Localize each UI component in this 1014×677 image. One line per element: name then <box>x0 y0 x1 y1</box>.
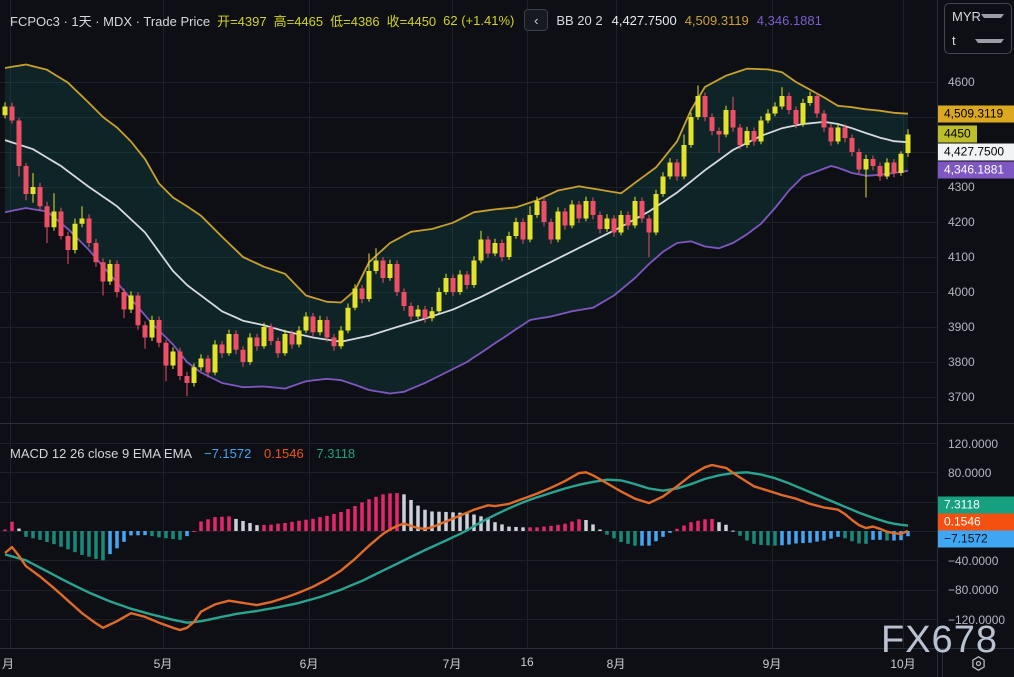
gear-icon <box>970 655 987 672</box>
macd-tick: −40.0000 <box>948 554 998 568</box>
macd-line-value: 0.1546 <box>264 446 304 461</box>
macd-signal-value: 7.3118 <box>316 446 355 461</box>
bb-basis-value: 4,427.7500 <box>612 13 677 28</box>
time-axis-label: 5月 <box>154 655 173 672</box>
bb-lower-badge: 4,346.1881 <box>938 162 1014 179</box>
bb-lower-value: 4,346.1881 <box>757 13 822 28</box>
macd-indicator-label[interactable]: MACD 12 26 close 9 EMA EMA <box>10 446 191 461</box>
collapse-indicators-button[interactable]: ‹ <box>524 9 548 31</box>
price-tick: 4200 <box>948 215 975 229</box>
macd-tick: 80.0000 <box>948 466 991 480</box>
time-axis-settings-button[interactable] <box>942 649 1014 677</box>
ohlc-close: 收=4450 <box>387 11 437 30</box>
time-axis-label: 10月 <box>890 655 915 672</box>
chevron-down-icon <box>975 39 1004 43</box>
ohlc-open: 开=4397 <box>217 11 267 30</box>
macd-hist-badge: −7.1572 <box>938 531 1014 548</box>
time-axis-label: 8月 <box>607 655 626 672</box>
macd-header: MACD 12 26 close 9 EMA EMA −7.1572 0.154… <box>10 446 355 461</box>
time-axis-label: 9月 <box>763 655 782 672</box>
bb-indicator-label[interactable]: BB 20 2 <box>556 13 602 28</box>
price-tick: 3700 <box>948 390 975 404</box>
change-value: 62 (+1.41%) <box>443 13 514 28</box>
scale-unit-selector: MYR t <box>944 3 1012 54</box>
time-axis-label: 16 <box>520 655 533 669</box>
macd-tick: 120.0000 <box>948 437 998 451</box>
chevron-left-icon: ‹ <box>534 14 538 27</box>
macd-histogram-value: −7.1572 <box>204 446 251 461</box>
ohlc-low: 低=4386 <box>330 11 380 30</box>
ohlc-high: 高=4465 <box>274 11 324 30</box>
chevron-down-icon <box>981 14 1004 18</box>
symbol-title[interactable]: FCPOc3 · 1天 · MDX · Trade Price <box>10 11 210 30</box>
trading-chart-window: FCPOc3 · 1天 · MDX · Trade Price 开=4397 高… <box>0 0 1014 677</box>
currency-dropdown[interactable]: MYR <box>945 4 1011 29</box>
chart-header: FCPOc3 · 1天 · MDX · Trade Price 开=4397 高… <box>10 10 822 30</box>
price-tick: 4100 <box>948 250 975 264</box>
unit-label: t <box>952 33 975 48</box>
price-tick: 3900 <box>948 320 975 334</box>
currency-label: MYR <box>952 9 981 24</box>
price-tick: 3800 <box>948 355 975 369</box>
last-price-badge: 4450 <box>938 126 977 143</box>
price-tick: 4300 <box>948 180 975 194</box>
chart-canvas[interactable] <box>0 0 1014 677</box>
unit-dropdown[interactable]: t <box>945 29 1011 54</box>
price-tick: 4600 <box>948 75 975 89</box>
time-axis-label: 6月 <box>300 655 319 672</box>
macd-line-badge: 0.1546 <box>938 514 1014 531</box>
price-tick: 4000 <box>948 285 975 299</box>
bb-upper-value: 4,509.3119 <box>685 13 749 28</box>
time-axis-label: 7月 <box>443 655 462 672</box>
time-axis-label: 月 <box>2 655 14 672</box>
macd-tick: −120.0000 <box>948 613 1005 627</box>
macd-signal-badge: 7.3118 <box>938 497 1014 514</box>
bb-upper-badge: 4,509.3119 <box>938 106 1014 123</box>
bb-basis-badge: 4,427.7500 <box>938 144 1014 161</box>
macd-tick: −80.0000 <box>948 583 998 597</box>
